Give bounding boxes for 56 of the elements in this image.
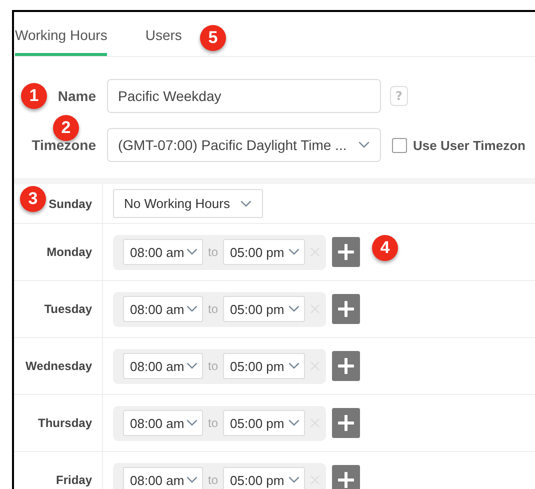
end-time-select[interactable]: 05:00 pm (223, 353, 306, 379)
plus-icon (338, 472, 354, 488)
day-label: Sunday (48, 196, 92, 210)
callout-badge: 5 (200, 25, 226, 51)
tab[interactable]: Working Hours (15, 12, 108, 56)
checkbox-label: Use User Timezon (413, 138, 526, 152)
add-button[interactable] (332, 408, 360, 438)
start-time-select[interactable]: 08:00 am (123, 353, 203, 379)
to-label: to (208, 473, 218, 487)
start-time-select[interactable]: 08:00 am (123, 467, 203, 489)
add-button[interactable] (332, 237, 360, 267)
start-time-select[interactable]: 08:00 am (123, 410, 203, 436)
add-button[interactable] (332, 351, 360, 381)
chevron-down-icon (288, 305, 300, 313)
chevron-down-icon (288, 419, 300, 427)
checkbox[interactable] (392, 138, 407, 152)
chevron-down-icon (186, 419, 198, 427)
plus-icon (338, 415, 354, 431)
end-time-select[interactable]: 05:00 pm (223, 410, 306, 436)
timezone-select[interactable]: (GMT-07:00) Pacific Daylight Time ... (107, 128, 381, 162)
name-label: Name (58, 88, 96, 104)
chevron-down-icon (186, 248, 198, 256)
add-button[interactable] (332, 465, 360, 489)
day-label: Monday (46, 245, 92, 259)
end-time-select[interactable]: 05:00 pm (223, 296, 306, 322)
add-button[interactable] (332, 294, 360, 324)
to-label: to (208, 302, 218, 316)
hours-select[interactable]: No Working Hours (113, 189, 263, 218)
tab[interactable]: Users (145, 12, 182, 56)
day-label: Friday (56, 473, 92, 487)
to-label: to (208, 359, 218, 373)
start-time-select[interactable]: 08:00 am (123, 239, 203, 265)
end-time-select[interactable]: 05:00 pm (223, 239, 306, 265)
chevron-down-icon (186, 476, 198, 484)
chevron-down-icon (358, 141, 370, 149)
chevron-down-icon (288, 476, 300, 484)
day-label: Wednesday (26, 359, 92, 373)
to-label: to (208, 416, 218, 430)
plus-icon (338, 358, 354, 374)
to-label: to (208, 245, 218, 259)
callout-badge: 3 (20, 186, 46, 212)
day-label: Thursday (38, 416, 92, 430)
callout-badge: 1 (21, 83, 47, 109)
start-time-select[interactable]: 08:00 am (123, 296, 203, 322)
chevron-down-icon (186, 305, 198, 313)
chevron-down-icon (288, 248, 300, 256)
plus-icon (338, 244, 354, 260)
chevron-down-icon (288, 362, 300, 370)
plus-icon (338, 301, 354, 317)
name-field[interactable]: Pacific Weekday (107, 79, 381, 113)
chevron-down-icon (186, 362, 198, 370)
chevron-down-icon (240, 200, 252, 208)
end-time-select[interactable]: 05:00 pm (223, 467, 306, 489)
callout-badge: 2 (53, 115, 79, 141)
day-label: Tuesday (44, 302, 92, 316)
callout-badge: 4 (372, 235, 398, 261)
